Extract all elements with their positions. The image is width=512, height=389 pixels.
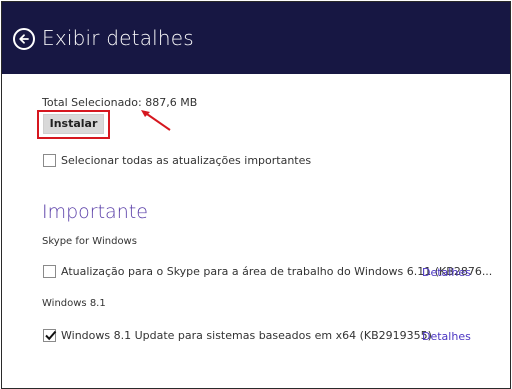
install-button[interactable]: Instalar [43, 114, 104, 134]
header-bar: Exibir detalhes [2, 2, 510, 74]
window: Exibir detalhes Total Selecionado: 887,6… [1, 1, 511, 389]
group-label-skype: Skype for Windows [42, 236, 137, 247]
select-all-label: Selecionar todas as atualizações importa… [61, 154, 312, 167]
annotation-arrow-icon [141, 110, 171, 131]
windows-update-checkbox[interactable] [43, 329, 57, 342]
select-all-checkbox[interactable] [43, 154, 56, 167]
skype-update-checkbox[interactable] [43, 265, 56, 278]
skype-details-link[interactable]: Detalhes [422, 266, 471, 279]
section-title: Importante [42, 201, 148, 223]
checkmark-icon [45, 330, 57, 341]
page-title: Exibir detalhes [42, 26, 194, 50]
back-button[interactable] [13, 28, 35, 50]
back-arrow-circle-icon [19, 34, 29, 44]
windows-update-label: Windows 8.1 Update para sistemas baseado… [61, 329, 432, 342]
group-label-windows: Windows 8.1 [42, 298, 106, 309]
windows-details-link[interactable]: Detalhes [422, 330, 471, 343]
